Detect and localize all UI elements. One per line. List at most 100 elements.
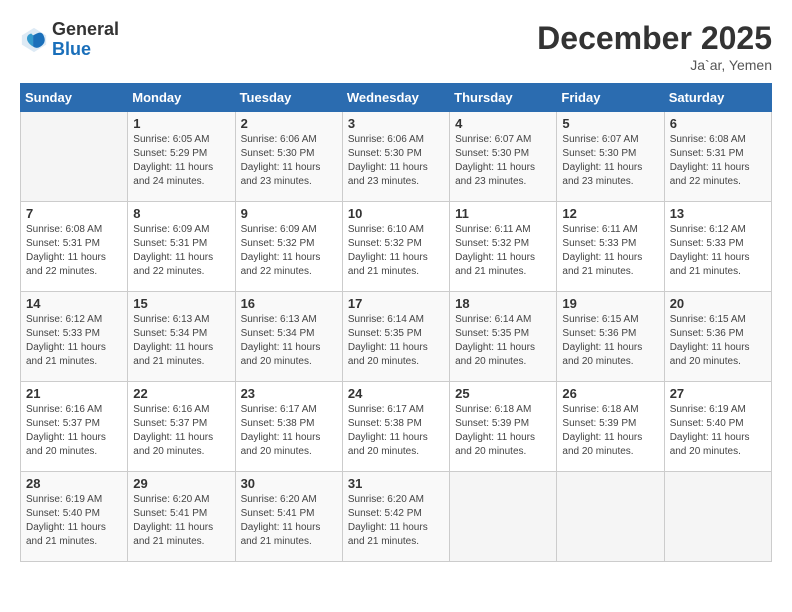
- day-number: 31: [348, 476, 444, 491]
- day-info: Sunrise: 6:20 AMSunset: 5:41 PMDaylight:…: [133, 493, 229, 549]
- calendar-cell: 21Sunrise: 6:16 AMSunset: 5:37 PMDayligh…: [21, 382, 128, 472]
- calendar-cell: 3 Sunrise: 6:06 AMSunset: 5:30 PMDaylight…: [342, 112, 449, 202]
- day-number: 16: [241, 296, 337, 311]
- day-info: Sunrise: 6:18 AMSunset: 5:39 PMDaylight:…: [455, 403, 551, 459]
- calendar-cell: 20 Sunrise: 6:15 AMSunset: 5:36 PMDayligh…: [664, 292, 771, 382]
- title-block: December 2025 Ja`ar, Yemen: [537, 20, 772, 73]
- calendar-cell: 24Sunrise: 6:17 AMSunset: 5:38 PMDayligh…: [342, 382, 449, 472]
- weekday-header-monday: Monday: [128, 84, 235, 112]
- day-info: Sunrise: 6:11 AMSunset: 5:32 PMDaylight:…: [455, 223, 551, 279]
- day-number: 26: [562, 386, 658, 401]
- day-number: 4: [455, 116, 551, 131]
- day-info: Sunrise: 6:13 AMSunset: 5:34 PMDaylight:…: [241, 313, 337, 369]
- calendar-table: SundayMondayTuesdayWednesdayThursdayFrid…: [20, 83, 772, 562]
- calendar-week-row: 21 Sunrise: 6:16 AMSunset: 5:37 PMDayligh…: [21, 382, 772, 472]
- day-info: Sunrise: 6:10 AMSunset: 5:32 PMDaylight:…: [348, 223, 444, 279]
- calendar-cell: 28 Sunrise: 6:19 AMSunset: 5:40 PMDayligh…: [21, 472, 128, 562]
- calendar-cell: [557, 472, 664, 562]
- day-info: Sunrise: 6:07 AMSunset: 5:30 PMDaylight:…: [562, 133, 658, 189]
- day-number: 22: [133, 386, 229, 401]
- day-number: 10: [348, 206, 444, 221]
- day-number: 25: [455, 386, 551, 401]
- day-info: Sunrise: 6:12 AMSunset: 5:33 PMDaylight:…: [26, 313, 122, 369]
- calendar-cell: 13 Sunrise: 6:12 AMSunset: 5:33 PMDayligh…: [664, 202, 771, 292]
- day-info: Sunrise: 6:19 AMSunset: 5:40 PMDaylight:…: [26, 493, 122, 549]
- day-number: 17: [348, 296, 444, 311]
- weekday-header-row: SundayMondayTuesdayWednesdayThursdayFrid…: [21, 84, 772, 112]
- calendar-cell: 30 Sunrise: 6:20 AMSunset: 5:41 PMDayligh…: [235, 472, 342, 562]
- day-number: 20: [670, 296, 766, 311]
- calendar-cell: 16 Sunrise: 6:13 AMSunset: 5:34 PMDayligh…: [235, 292, 342, 382]
- day-info: Sunrise: 6:15 AMSunset: 5:36 PMDaylight:…: [562, 313, 658, 369]
- day-info: Sunrise: 6:13 AMSunset: 5:34 PMDaylight:…: [133, 313, 229, 369]
- logo-text: General Blue: [52, 20, 119, 60]
- logo-general: General: [52, 19, 119, 39]
- calendar-cell: 25 Sunrise: 6:18 AMSunset: 5:39 PMDayligh…: [450, 382, 557, 472]
- day-info: Sunrise: 6:08 AMSunset: 5:31 PMDaylight:…: [670, 133, 766, 189]
- weekday-header-wednesday: Wednesday: [342, 84, 449, 112]
- calendar-cell: [21, 112, 128, 202]
- calendar-cell: 14 Sunrise: 6:12 AMSunset: 5:33 PMDayligh…: [21, 292, 128, 382]
- day-info: Sunrise: 6:12 AMSunset: 5:33 PMDaylight:…: [670, 223, 766, 279]
- page-header: General Blue December 2025 Ja`ar, Yemen: [20, 20, 772, 73]
- day-info: Sunrise: 6:05 AMSunset: 5:29 PMDaylight:…: [133, 133, 229, 189]
- day-info: Sunrise: 6:06 AMSunset: 5:30 PMDaylight:…: [241, 133, 337, 189]
- day-info: Sunrise: 6:16 AMSunset: 5:37 PMDaylight:…: [133, 403, 229, 459]
- day-number: 29: [133, 476, 229, 491]
- day-number: 19: [562, 296, 658, 311]
- day-info: Sunrise: 6:06 AMSunset: 5:30 PMDaylight:…: [348, 133, 444, 189]
- calendar-cell: 27 Sunrise: 6:19 AMSunset: 5:40 PMDayligh…: [664, 382, 771, 472]
- weekday-header-tuesday: Tuesday: [235, 84, 342, 112]
- calendar-cell: 9Sunrise: 6:09 AMSunset: 5:32 PMDaylight…: [235, 202, 342, 292]
- calendar-cell: 7Sunrise: 6:08 AMSunset: 5:31 PMDaylight…: [21, 202, 128, 292]
- calendar-cell: 15 Sunrise: 6:13 AMSunset: 5:34 PMDayligh…: [128, 292, 235, 382]
- calendar-cell: 6 Sunrise: 6:08 AMSunset: 5:31 PMDaylight…: [664, 112, 771, 202]
- day-number: 2: [241, 116, 337, 131]
- calendar-cell: 5Sunrise: 6:07 AMSunset: 5:30 PMDaylight…: [557, 112, 664, 202]
- weekday-header-sunday: Sunday: [21, 84, 128, 112]
- calendar-week-row: 1 Sunrise: 6:05 AMSunset: 5:29 PMDaylight…: [21, 112, 772, 202]
- calendar-week-row: 28 Sunrise: 6:19 AMSunset: 5:40 PMDayligh…: [21, 472, 772, 562]
- day-info: Sunrise: 6:07 AMSunset: 5:30 PMDaylight:…: [455, 133, 551, 189]
- day-number: 21: [26, 386, 122, 401]
- calendar-cell: 12Sunrise: 6:11 AMSunset: 5:33 PMDayligh…: [557, 202, 664, 292]
- day-number: 14: [26, 296, 122, 311]
- calendar-week-row: 14 Sunrise: 6:12 AMSunset: 5:33 PMDayligh…: [21, 292, 772, 382]
- day-number: 9: [241, 206, 337, 221]
- calendar-cell: 1 Sunrise: 6:05 AMSunset: 5:29 PMDaylight…: [128, 112, 235, 202]
- day-number: 1: [133, 116, 229, 131]
- day-info: Sunrise: 6:18 AMSunset: 5:39 PMDaylight:…: [562, 403, 658, 459]
- day-number: 15: [133, 296, 229, 311]
- day-number: 28: [26, 476, 122, 491]
- location: Ja`ar, Yemen: [537, 57, 772, 73]
- calendar-cell: 23 Sunrise: 6:17 AMSunset: 5:38 PMDayligh…: [235, 382, 342, 472]
- day-info: Sunrise: 6:17 AMSunset: 5:38 PMDaylight:…: [348, 403, 444, 459]
- calendar-cell: [664, 472, 771, 562]
- calendar-cell: 26 Sunrise: 6:18 AMSunset: 5:39 PMDayligh…: [557, 382, 664, 472]
- day-info: Sunrise: 6:09 AMSunset: 5:31 PMDaylight:…: [133, 223, 229, 279]
- weekday-header-thursday: Thursday: [450, 84, 557, 112]
- logo-icon: [20, 26, 48, 54]
- day-number: 30: [241, 476, 337, 491]
- day-number: 27: [670, 386, 766, 401]
- day-info: Sunrise: 6:11 AMSunset: 5:33 PMDaylight:…: [562, 223, 658, 279]
- day-number: 6: [670, 116, 766, 131]
- day-number: 11: [455, 206, 551, 221]
- calendar-week-row: 7Sunrise: 6:08 AMSunset: 5:31 PMDaylight…: [21, 202, 772, 292]
- logo: General Blue: [20, 20, 119, 60]
- day-info: Sunrise: 6:14 AMSunset: 5:35 PMDaylight:…: [455, 313, 551, 369]
- calendar-cell: 17 Sunrise: 6:14 AMSunset: 5:35 PMDayligh…: [342, 292, 449, 382]
- calendar-cell: [450, 472, 557, 562]
- calendar-cell: 8Sunrise: 6:09 AMSunset: 5:31 PMDaylight…: [128, 202, 235, 292]
- weekday-header-friday: Friday: [557, 84, 664, 112]
- day-info: Sunrise: 6:17 AMSunset: 5:38 PMDaylight:…: [241, 403, 337, 459]
- day-info: Sunrise: 6:14 AMSunset: 5:35 PMDaylight:…: [348, 313, 444, 369]
- day-info: Sunrise: 6:15 AMSunset: 5:36 PMDaylight:…: [670, 313, 766, 369]
- day-info: Sunrise: 6:19 AMSunset: 5:40 PMDaylight:…: [670, 403, 766, 459]
- day-number: 23: [241, 386, 337, 401]
- day-number: 3: [348, 116, 444, 131]
- day-number: 13: [670, 206, 766, 221]
- calendar-cell: 2 Sunrise: 6:06 AMSunset: 5:30 PMDaylight…: [235, 112, 342, 202]
- calendar-cell: 10 Sunrise: 6:10 AMSunset: 5:32 PMDayligh…: [342, 202, 449, 292]
- day-info: Sunrise: 6:20 AMSunset: 5:41 PMDaylight:…: [241, 493, 337, 549]
